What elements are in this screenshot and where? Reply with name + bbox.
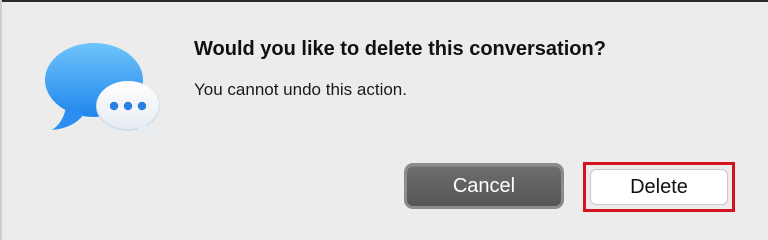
dialog-title: Would you like to delete this conversati… [194, 38, 606, 60]
window-left-edge [0, 0, 2, 240]
messages-icon [45, 43, 160, 136]
cancel-button[interactable]: Cancel [404, 163, 564, 209]
delete-conversation-dialog: Would you like to delete this conversati… [0, 0, 768, 240]
window-top-edge [0, 0, 768, 2]
dialog-message: You cannot undo this action. [194, 80, 407, 99]
delete-button[interactable]: Delete [591, 170, 727, 204]
